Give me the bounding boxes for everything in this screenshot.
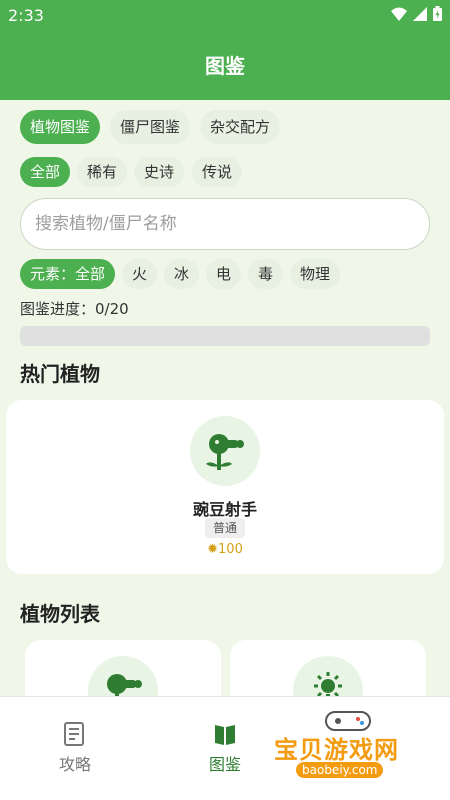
filter-rarity-legend[interactable]: 传说 (192, 157, 243, 187)
status-time: 2:33 (8, 6, 44, 25)
progress-label: 图鉴进度：0/20 (20, 300, 129, 318)
app-bar: 图鉴 (0, 32, 450, 100)
nav-item-guide[interactable]: 攻略 (35, 721, 115, 775)
peashooter-icon (107, 674, 142, 696)
filter-element-electric[interactable]: 电 (206, 259, 242, 289)
nav-label: 图鉴 (208, 755, 241, 774)
tab-hybrid-recipes[interactable]: 杂交配方 (200, 110, 281, 144)
filter-label: 传说 (202, 163, 233, 181)
section-title-hot: 热门植物 (20, 362, 100, 386)
watermark-logo: 宝贝游戏网 baobeiy.com (272, 704, 422, 790)
filter-label: 电 (216, 265, 232, 283)
nav-label: 攻略 (58, 755, 91, 774)
filter-rarity-all[interactable]: 全部 (20, 157, 71, 187)
tab-label: 杂交配方 (210, 118, 271, 136)
tab-plant-guide[interactable]: 植物图鉴 (20, 110, 101, 144)
filter-label: 毒 (258, 265, 274, 283)
featured-plant-card[interactable]: 豌豆射手 普通 ✹100 (6, 400, 444, 574)
filter-element-fire[interactable]: 火 (122, 259, 158, 289)
filter-element-poison[interactable]: 毒 (248, 259, 284, 289)
rarity-badge: 普通 (205, 518, 245, 538)
progress-bar (20, 326, 430, 346)
guide-icon (64, 722, 84, 746)
tab-label: 植物图鉴 (30, 118, 91, 136)
watermark-url: baobeiy.com (296, 762, 384, 778)
content-area[interactable]: 植物图鉴 僵尸图鉴 杂交配方 全部 稀有 史诗 传说 元素：全部 火 冰 电 毒… (0, 100, 450, 696)
book-icon (215, 725, 235, 745)
peashooter-icon (206, 434, 244, 470)
filter-rarity-rare[interactable]: 稀有 (77, 157, 128, 187)
plant-name: 豌豆射手 (192, 500, 257, 519)
sun-cost: ✹100 (6, 542, 444, 557)
filter-element-ice[interactable]: 冰 (164, 259, 200, 289)
section-title-list: 植物列表 (20, 602, 100, 626)
search-input[interactable] (20, 198, 430, 250)
status-bar: 2:33 (0, 0, 450, 32)
filter-element-all[interactable]: 元素：全部 (20, 259, 116, 289)
plant-avatar (293, 656, 363, 696)
signal-icon (413, 6, 427, 21)
filter-label: 元素：全部 (30, 265, 106, 283)
filter-rarity-epic[interactable]: 史诗 (134, 157, 185, 187)
page-title: 图鉴 (205, 54, 245, 78)
tab-zombie-guide[interactable]: 僵尸图鉴 (110, 110, 191, 144)
filter-label: 全部 (30, 163, 61, 181)
tab-label: 僵尸图鉴 (120, 118, 181, 136)
plant-list-card[interactable] (230, 640, 426, 696)
sun-icon: ✹ (207, 542, 219, 557)
sun-cost-value: 100 (218, 542, 243, 557)
plant-avatar (88, 656, 158, 696)
filter-element-physical[interactable]: 物理 (290, 259, 341, 289)
watermark-title: 宝贝游戏网 (274, 736, 399, 764)
plant-list-card[interactable] (25, 640, 221, 696)
filter-label: 物理 (300, 265, 331, 283)
status-icons (391, 6, 442, 21)
filter-label: 冰 (174, 265, 190, 283)
sunflower-icon (314, 672, 342, 696)
nav-item-encyclopedia[interactable]: 图鉴 (185, 721, 265, 775)
filter-label: 稀有 (87, 163, 118, 181)
plant-avatar (190, 416, 260, 486)
filter-label: 火 (132, 265, 148, 283)
wifi-icon (391, 7, 407, 21)
battery-icon (433, 6, 442, 21)
filter-label: 史诗 (144, 163, 175, 181)
